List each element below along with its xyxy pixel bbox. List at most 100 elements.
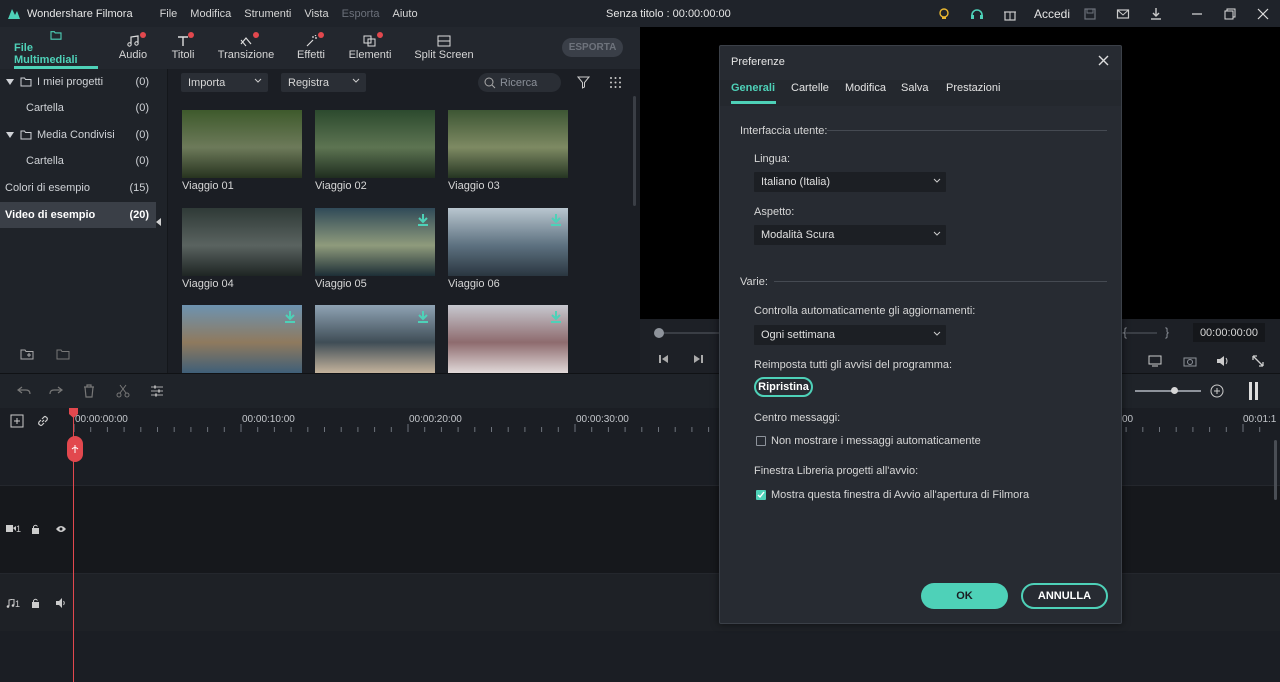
mark-in-icon[interactable]: {: [1123, 325, 1127, 339]
appearance-select[interactable]: Modalità Scura: [754, 225, 946, 245]
scrubber-handle[interactable]: [654, 328, 664, 338]
media-scrollbar[interactable]: [633, 96, 636, 206]
sidebar-item-colori-esempio[interactable]: Colori di esempio (15): [0, 175, 156, 201]
reset-button[interactable]: Ripristina: [754, 377, 813, 397]
volume-icon[interactable]: [1216, 354, 1230, 368]
media-thumbnail[interactable]: [182, 208, 302, 276]
login-link[interactable]: Accedi: [1034, 7, 1070, 21]
tab-split-screen[interactable]: Split Screen: [412, 30, 476, 66]
close-window-icon[interactable]: [1254, 5, 1272, 23]
snapshot-camera-icon[interactable]: [1183, 354, 1197, 368]
adjust-sliders-icon[interactable]: [150, 384, 164, 398]
lock-icon[interactable]: [31, 524, 40, 534]
download-arrow-icon[interactable]: [550, 214, 562, 226]
tab-modifica[interactable]: Modifica: [845, 82, 886, 94]
mark-out-icon[interactable]: }: [1165, 325, 1169, 339]
zoom-in-icon[interactable]: [1210, 384, 1224, 398]
support-headset-icon[interactable]: [968, 5, 986, 23]
item-count: (0): [135, 129, 149, 141]
library-checkbox[interactable]: [756, 490, 766, 500]
download-arrow-icon[interactable]: [417, 311, 429, 323]
tab-salva[interactable]: Salva: [901, 82, 929, 94]
filter-funnel-icon[interactable]: [577, 76, 590, 89]
display-settings-icon[interactable]: [1148, 354, 1162, 368]
tab-titoli[interactable]: Titoli: [166, 30, 200, 66]
media-thumbnail[interactable]: [448, 208, 568, 276]
import-dropdown[interactable]: Importa: [181, 73, 268, 92]
expand-triangle-icon[interactable]: [6, 131, 14, 139]
cancel-button[interactable]: ANNULLA: [1021, 583, 1108, 609]
download-arrow-icon[interactable]: [417, 214, 429, 226]
sidebar-item-cartella[interactable]: Cartella (0): [0, 95, 156, 121]
prev-frame-icon[interactable]: [659, 354, 669, 364]
restore-window-icon[interactable]: [1221, 5, 1239, 23]
bulb-icon[interactable]: [935, 5, 953, 23]
menu-file[interactable]: File: [160, 8, 178, 20]
download-arrow-icon[interactable]: [284, 311, 296, 323]
close-icon[interactable]: [1098, 55, 1109, 66]
expand-triangle-icon[interactable]: [6, 78, 14, 86]
sidebar-item-media-condivisi[interactable]: Media Condivisi (0): [0, 122, 156, 148]
media-thumbnail[interactable]: [315, 110, 435, 178]
media-thumbnail[interactable]: [182, 110, 302, 178]
split-marker-icon[interactable]: [67, 436, 83, 462]
minimize-icon[interactable]: [1188, 5, 1206, 23]
mail-icon[interactable]: [1114, 5, 1132, 23]
tab-prestazioni[interactable]: Prestazioni: [946, 82, 1000, 94]
tab-effetti[interactable]: Effetti: [294, 30, 328, 66]
pause-bar-icon[interactable]: [1255, 382, 1258, 400]
preview-timecode: 00:00:00:00: [1193, 323, 1265, 342]
sidebar-item-video-esempio[interactable]: Video di esempio (20): [0, 202, 156, 228]
save-disk-icon[interactable]: [1081, 5, 1099, 23]
record-dropdown[interactable]: Registra: [281, 73, 366, 92]
tab-cartelle[interactable]: Cartelle: [791, 82, 829, 94]
ok-button[interactable]: OK: [921, 583, 1008, 609]
tab-elementi[interactable]: Elementi: [348, 30, 392, 66]
lock-icon[interactable]: [31, 598, 40, 608]
menu-strumenti[interactable]: Strumenti: [244, 8, 291, 20]
menu-esporta[interactable]: Esporta: [342, 8, 380, 20]
export-button[interactable]: ESPORTA: [562, 38, 623, 57]
zoom-slider-handle[interactable]: [1171, 387, 1178, 394]
zoom-slider[interactable]: [1135, 390, 1201, 392]
timeline-scrollbar[interactable]: [1274, 440, 1277, 500]
scissors-icon[interactable]: [116, 384, 130, 398]
media-thumbnail[interactable]: [182, 305, 302, 373]
tab-audio[interactable]: Audio: [116, 30, 150, 66]
redo-icon[interactable]: [49, 385, 63, 397]
menu-modifica[interactable]: Modifica: [190, 8, 231, 20]
play-icon[interactable]: [693, 354, 703, 364]
sidebar-item-miei-progetti[interactable]: I miei progetti (0): [0, 69, 156, 95]
sidebar-item-cartella-condivisa[interactable]: Cartella (0): [0, 148, 156, 174]
eye-visibility-icon[interactable]: [56, 525, 66, 533]
download-icon[interactable]: [1147, 5, 1165, 23]
tab-generali[interactable]: Generali: [731, 82, 775, 94]
menu-aiuto[interactable]: Aiuto: [393, 8, 418, 20]
messages-checkbox[interactable]: [756, 436, 766, 446]
messages-checkbox-label[interactable]: Non mostrare i messaggi automaticamente: [771, 435, 981, 447]
download-arrow-icon[interactable]: [550, 311, 562, 323]
media-thumbnail[interactable]: [315, 305, 435, 373]
folder-outline-icon[interactable]: [56, 348, 70, 360]
updates-select[interactable]: Ogni settimana: [754, 325, 946, 345]
gift-icon[interactable]: [1001, 5, 1019, 23]
search-input[interactable]: Ricerca: [478, 73, 561, 92]
delete-trash-icon[interactable]: [83, 384, 95, 398]
add-track-icon[interactable]: [10, 414, 24, 428]
pause-bar-icon[interactable]: [1249, 382, 1252, 400]
media-thumbnail[interactable]: [448, 305, 568, 373]
new-folder-icon[interactable]: [20, 348, 34, 360]
tab-file-multimediali[interactable]: File Multimediali: [14, 30, 98, 66]
collapse-sidebar-arrow-icon[interactable]: [156, 218, 161, 226]
menu-vista[interactable]: Vista: [304, 8, 328, 20]
language-select[interactable]: Italiano (Italia): [754, 172, 946, 192]
grid-view-icon[interactable]: [609, 76, 622, 89]
link-chain-icon[interactable]: [36, 414, 50, 428]
library-checkbox-label[interactable]: Mostra questa finestra di Avvio all'aper…: [771, 489, 1029, 501]
tab-transizione[interactable]: Transizione: [218, 30, 274, 66]
undo-icon[interactable]: [17, 385, 31, 397]
media-thumbnail[interactable]: [315, 208, 435, 276]
media-thumbnail[interactable]: [448, 110, 568, 178]
speaker-icon[interactable]: [56, 598, 66, 608]
fullscreen-icon[interactable]: [1251, 354, 1265, 368]
